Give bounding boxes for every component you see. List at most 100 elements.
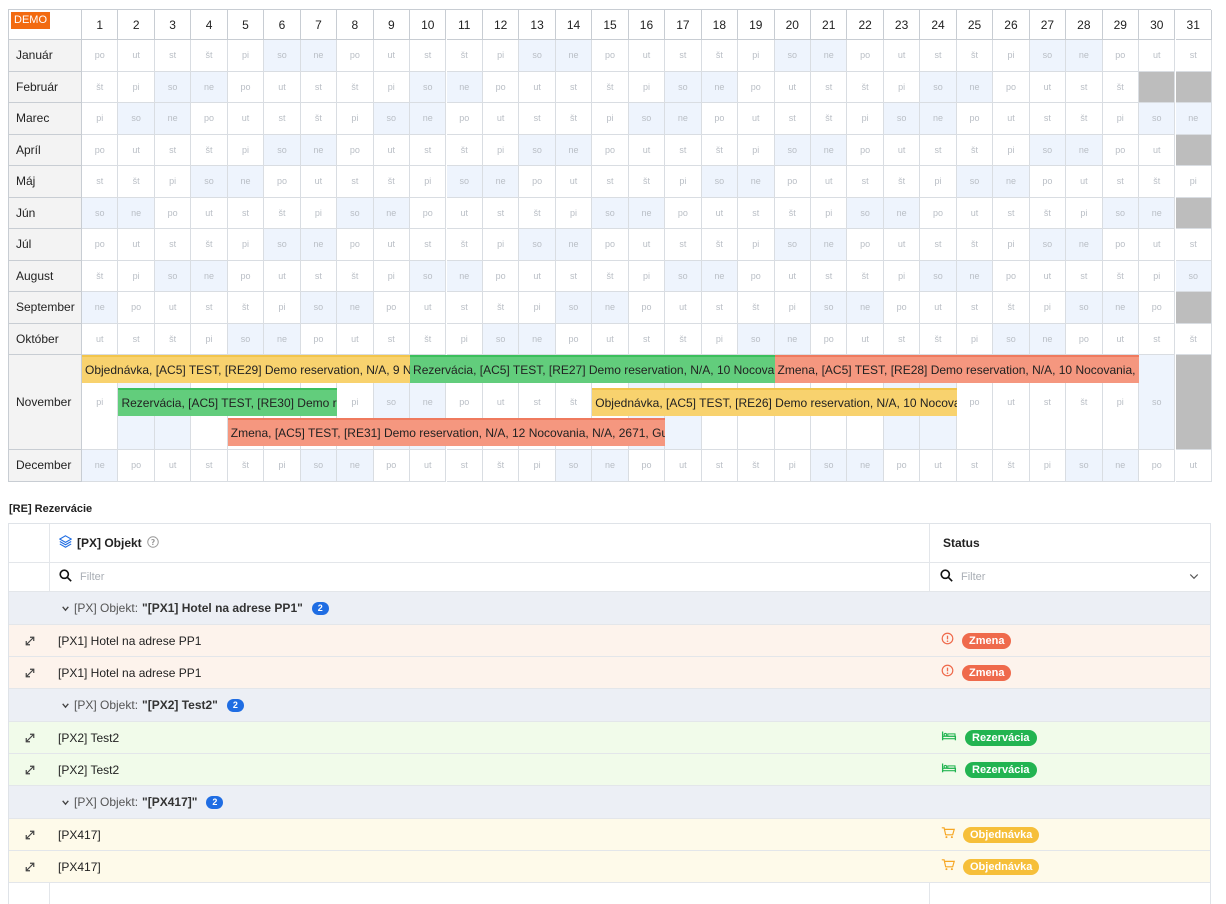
day-cell[interactable]: št xyxy=(920,323,957,355)
expand-icon[interactable] xyxy=(22,819,38,850)
day-cell[interactable]: ne xyxy=(592,450,629,482)
group-row[interactable]: [PX] Objekt: "[PX1] Hotel na adrese PP1" 2 xyxy=(9,592,1210,625)
day-cell[interactable]: so xyxy=(519,229,556,261)
expand-icon[interactable] xyxy=(22,722,38,753)
day-cell[interactable]: pi xyxy=(446,323,483,355)
day-cell[interactable]: so xyxy=(665,260,702,292)
day-cell[interactable]: st xyxy=(118,323,155,355)
day-cell[interactable]: št xyxy=(446,229,483,261)
day-cell[interactable]: po xyxy=(337,134,374,166)
day-cell[interactable]: ne xyxy=(191,71,228,103)
chevron-down-icon[interactable] xyxy=(61,701,70,710)
day-cell[interactable]: pi xyxy=(118,260,155,292)
day-cell[interactable]: št xyxy=(482,292,520,324)
day-cell[interactable]: ne xyxy=(1066,134,1103,166)
day-cell[interactable]: st xyxy=(1029,103,1067,135)
day-cell[interactable]: ut xyxy=(1139,40,1176,72)
day-cell[interactable]: po xyxy=(82,40,119,72)
day-cell[interactable]: po xyxy=(1102,229,1140,261)
day-cell[interactable]: so xyxy=(154,71,192,103)
day-cell[interactable]: pi xyxy=(883,260,921,292)
day-cell[interactable]: pi xyxy=(738,40,775,72)
day-cell[interactable]: št xyxy=(154,323,192,355)
day-cell[interactable]: ne xyxy=(555,229,593,261)
day-cell[interactable]: pi xyxy=(264,450,301,482)
day-cell[interactable]: po xyxy=(883,450,921,482)
day-cell[interactable]: ne xyxy=(811,40,848,72)
day-cell[interactable]: so xyxy=(482,323,520,355)
day-cell[interactable]: ne xyxy=(628,197,666,229)
day-cell[interactable]: st xyxy=(847,166,884,198)
day-cell[interactable]: ne xyxy=(337,292,374,324)
day-cell[interactable]: po xyxy=(847,134,884,166)
day-cell[interactable]: št xyxy=(811,103,848,135)
day-cell[interactable]: ut xyxy=(118,40,155,72)
expand-icon[interactable] xyxy=(22,657,38,688)
day-cell[interactable]: ne xyxy=(993,166,1030,198)
day-cell[interactable]: ut xyxy=(191,197,228,229)
day-cell[interactable]: ut xyxy=(847,323,884,355)
day-cell[interactable]: ut xyxy=(920,292,957,324)
day-cell[interactable]: st xyxy=(1139,323,1176,355)
day-cell[interactable]: st xyxy=(592,166,629,198)
day-cell[interactable]: ne xyxy=(519,323,556,355)
day-cell[interactable]: st xyxy=(300,260,338,292)
day-cell[interactable]: so xyxy=(410,260,447,292)
day-cell[interactable]: pi xyxy=(519,450,556,482)
reservation-bar[interactable]: Objednávka, [AC5] TEST, [RE26] Demo rese… xyxy=(592,388,957,416)
day-cell[interactable]: ne xyxy=(1066,40,1103,72)
day-cell[interactable]: ne xyxy=(300,40,338,72)
day-cell[interactable]: ut xyxy=(1175,450,1212,482)
day-cell[interactable]: po xyxy=(956,103,994,135)
day-cell[interactable]: ut xyxy=(555,166,593,198)
column-header-object[interactable]: [PX] Objekt? xyxy=(58,524,159,562)
day-cell[interactable]: so xyxy=(410,71,447,103)
day-cell[interactable]: št xyxy=(410,323,447,355)
day-cell[interactable]: st xyxy=(738,197,775,229)
day-cell[interactable]: so xyxy=(920,260,957,292)
day-cell[interactable]: pi xyxy=(227,229,265,261)
table-row[interactable]: [PX2] Test2 Rezervácia xyxy=(9,722,1210,754)
day-cell[interactable]: st xyxy=(1066,71,1103,103)
day-cell[interactable]: št xyxy=(993,292,1030,324)
day-cell[interactable]: št xyxy=(446,40,483,72)
table-row[interactable]: [PX1] Hotel na adrese PP1 Zmena xyxy=(9,657,1210,689)
day-cell[interactable]: ne xyxy=(883,197,921,229)
day-cell[interactable]: so xyxy=(555,292,593,324)
day-cell[interactable]: st xyxy=(482,197,520,229)
day-cell[interactable]: po xyxy=(883,292,921,324)
day-cell[interactable]: so xyxy=(154,260,192,292)
day-cell[interactable]: pi xyxy=(264,292,301,324)
day-cell[interactable]: št xyxy=(592,260,629,292)
day-cell[interactable]: pi xyxy=(628,260,666,292)
day-cell[interactable]: st xyxy=(811,260,848,292)
day-cell[interactable]: pi xyxy=(774,292,811,324)
day-cell[interactable]: so xyxy=(446,166,483,198)
day-cell[interactable]: št xyxy=(227,292,265,324)
day-cell[interactable]: po xyxy=(738,71,775,103)
day-cell[interactable]: st xyxy=(811,71,848,103)
day-cell[interactable]: ne xyxy=(300,134,338,166)
day-cell[interactable]: pi xyxy=(738,134,775,166)
day-cell[interactable]: št xyxy=(592,71,629,103)
day-cell[interactable]: po xyxy=(82,229,119,261)
day-cell[interactable]: st xyxy=(956,450,994,482)
day-cell[interactable]: ne xyxy=(227,166,265,198)
day-cell[interactable]: po xyxy=(592,134,629,166)
day-cell[interactable]: ut xyxy=(1139,229,1176,261)
day-cell[interactable]: ut xyxy=(264,260,301,292)
unavailable-day[interactable] xyxy=(1175,355,1212,450)
day-cell[interactable]: ne xyxy=(482,166,520,198)
day-cell[interactable]: št xyxy=(482,450,520,482)
day-cell[interactable]: št xyxy=(1029,197,1067,229)
day-cell[interactable]: št xyxy=(883,166,921,198)
day-cell[interactable]: st xyxy=(337,166,374,198)
day-cell[interactable]: št xyxy=(738,450,775,482)
day-cell[interactable]: so xyxy=(811,292,848,324)
day-cell[interactable]: pi xyxy=(227,40,265,72)
day-cell[interactable]: št xyxy=(555,103,593,135)
day-cell[interactable]: pi xyxy=(701,323,739,355)
day-cell[interactable]: po xyxy=(1029,166,1067,198)
day-cell[interactable]: št xyxy=(956,229,994,261)
day-cell[interactable]: ne xyxy=(154,103,192,135)
